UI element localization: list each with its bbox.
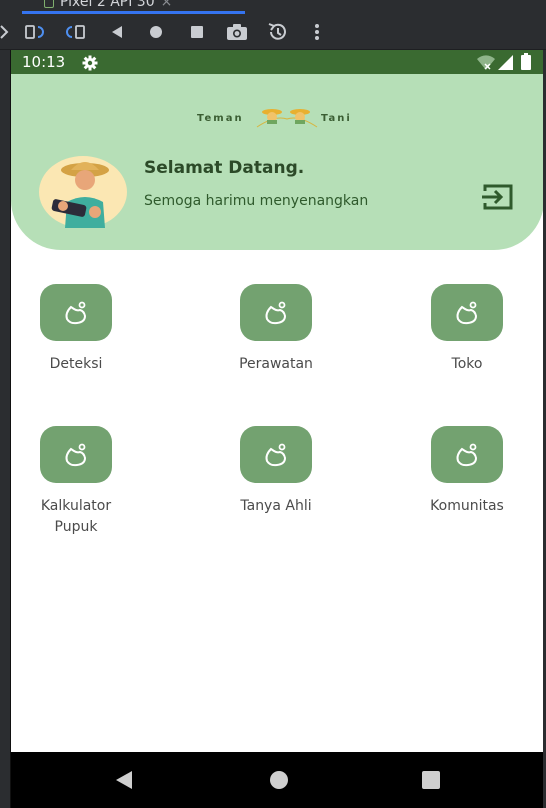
- menu-item-icon: [265, 443, 287, 466]
- device-tab-icon: [44, 0, 54, 8]
- home-icon[interactable]: [267, 769, 291, 791]
- menu-item-komunitas[interactable]: Komunitas: [402, 426, 532, 517]
- battery-icon: [521, 53, 531, 70]
- power-icon[interactable]: [0, 22, 16, 42]
- menu-item-tanya-ahli[interactable]: Tanya Ahli: [211, 426, 341, 517]
- emulator-tab-title: Pixel 2 API 30: [60, 0, 155, 10]
- back-icon[interactable]: [112, 769, 136, 791]
- phone-screen: 10:13 Teman Tani Selamat Datang. Semoga …: [10, 50, 543, 808]
- welcome-subtitle: Semoga harimu menyenangkan: [144, 193, 369, 209]
- navigation-bar: [11, 752, 543, 808]
- rotate-right-icon[interactable]: [64, 22, 86, 42]
- emulator-tab-bar: Pixel 2 API 30 ×: [0, 0, 546, 14]
- welcome-title: Selamat Datang.: [144, 158, 305, 178]
- logout-icon[interactable]: [481, 182, 515, 212]
- toolbar-back-icon[interactable]: [106, 22, 128, 42]
- snapshot-icon[interactable]: [266, 22, 288, 42]
- menu-item-icon: [65, 443, 87, 466]
- logo-farmers-icon: [256, 109, 318, 128]
- emulator-toolbar: [0, 14, 546, 50]
- menu-label: Tanya Ahli: [240, 498, 312, 514]
- menu-item-perawatan[interactable]: Perawatan: [211, 284, 341, 375]
- toolbar-overview-icon[interactable]: [186, 22, 208, 42]
- menu-tile[interactable]: [40, 284, 112, 341]
- logo-text-right: Tani: [321, 113, 352, 124]
- menu-item-icon: [456, 301, 478, 324]
- status-time: 10:13: [22, 53, 66, 71]
- menu-item-icon: [265, 301, 287, 324]
- rotate-left-icon[interactable]: [24, 22, 46, 42]
- menu-tile[interactable]: [240, 426, 312, 483]
- menu-item-icon: [65, 301, 87, 324]
- settings-icon: [82, 55, 98, 71]
- menu-tile[interactable]: [431, 284, 503, 341]
- logo-text-left: Teman: [197, 113, 244, 124]
- menu-label: Komunitas: [430, 498, 504, 514]
- menu-label: Kalkulator Pupuk: [40, 498, 112, 535]
- menu-item-toko[interactable]: Toko: [402, 284, 532, 375]
- recents-icon[interactable]: [419, 769, 443, 791]
- camera-icon[interactable]: [226, 22, 248, 42]
- menu-label: Toko: [451, 356, 483, 372]
- farmer-avatar: [39, 156, 127, 228]
- menu-label: Perawatan: [239, 356, 313, 372]
- menu-tile[interactable]: [431, 426, 503, 483]
- wifi-icon: [477, 55, 495, 70]
- tab-close-icon[interactable]: ×: [161, 0, 173, 10]
- toolbar-home-icon[interactable]: [145, 22, 167, 42]
- menu-item-kalkulator-pupuk[interactable]: Kalkulator Pupuk: [11, 426, 141, 538]
- menu-item-deteksi[interactable]: Deteksi: [11, 284, 141, 375]
- menu-item-icon: [456, 443, 478, 466]
- more-options-icon[interactable]: [306, 22, 328, 42]
- app-logo: Teman Tani: [197, 107, 357, 129]
- menu-label: Deteksi: [49, 356, 103, 372]
- signal-icon: [498, 55, 513, 70]
- menu-tile[interactable]: [40, 426, 112, 483]
- menu-tile[interactable]: [240, 284, 312, 341]
- status-bar: 10:13: [11, 50, 543, 74]
- welcome-header: Teman Tani Selamat Datang. Semoga harimu…: [11, 74, 543, 250]
